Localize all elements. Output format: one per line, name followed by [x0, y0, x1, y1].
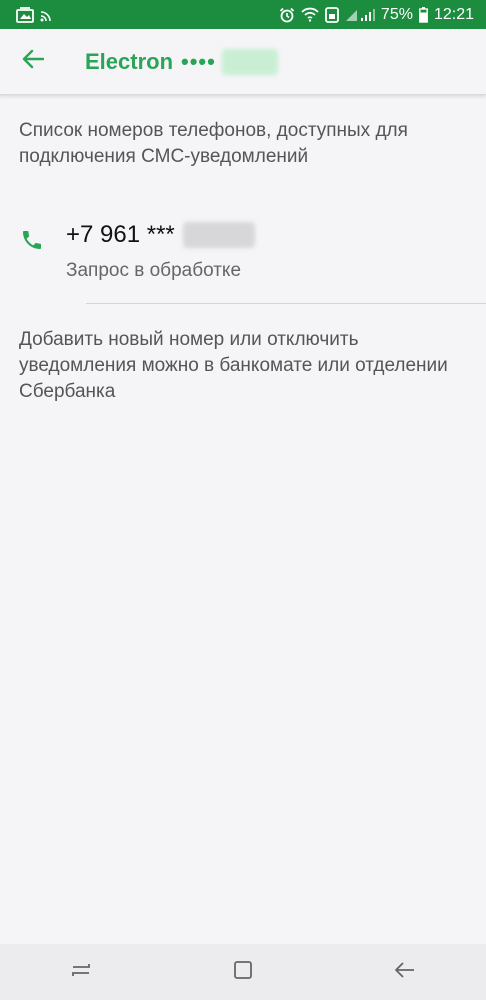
status-time: 12:21 — [433, 5, 474, 23]
cast-icon — [40, 8, 54, 22]
signal-icon — [345, 8, 375, 22]
home-icon — [233, 960, 253, 985]
intro-text: Список номеров телефонов, доступных для … — [19, 120, 408, 167]
app-bar: Electron •••• — [0, 29, 486, 95]
phone-status: Запрос в обработке — [66, 260, 242, 281]
note-text: Добавить новый номер или отключить уведо… — [19, 329, 448, 402]
page-title: Electron •••• — [85, 48, 278, 75]
status-left — [16, 6, 54, 23]
arrow-left-icon — [22, 49, 45, 74]
recent-apps-button[interactable] — [51, 944, 111, 1000]
divider — [86, 303, 486, 304]
card-name: Electron — [85, 48, 174, 74]
wifi-icon — [301, 7, 319, 22]
back-button[interactable] — [0, 29, 66, 95]
back-icon — [394, 961, 416, 984]
battery-percent: 75% — [380, 5, 413, 23]
gallery-icon — [16, 6, 34, 23]
home-button[interactable] — [213, 944, 273, 1000]
system-back-button[interactable] — [375, 944, 435, 1000]
card-masked-dots: •••• — [181, 48, 216, 74]
battery-icon — [419, 6, 428, 23]
phone-number-text: +7 961 *** — [66, 221, 175, 248]
status-right: 75% 12:21 — [279, 6, 474, 24]
data-saver-icon — [325, 6, 339, 23]
navigation-bar — [0, 944, 486, 1000]
status-bar: 75% 12:21 — [0, 0, 486, 29]
phone-number-redacted — [182, 222, 255, 248]
card-number-redacted — [221, 48, 278, 75]
recent-apps-icon — [70, 961, 92, 984]
alarm-icon — [279, 7, 295, 23]
phone-list-item[interactable]: +7 961 *** Запрос в обработке — [0, 208, 486, 304]
phone-number: +7 961 *** — [66, 221, 255, 249]
phone-icon — [20, 228, 44, 257]
